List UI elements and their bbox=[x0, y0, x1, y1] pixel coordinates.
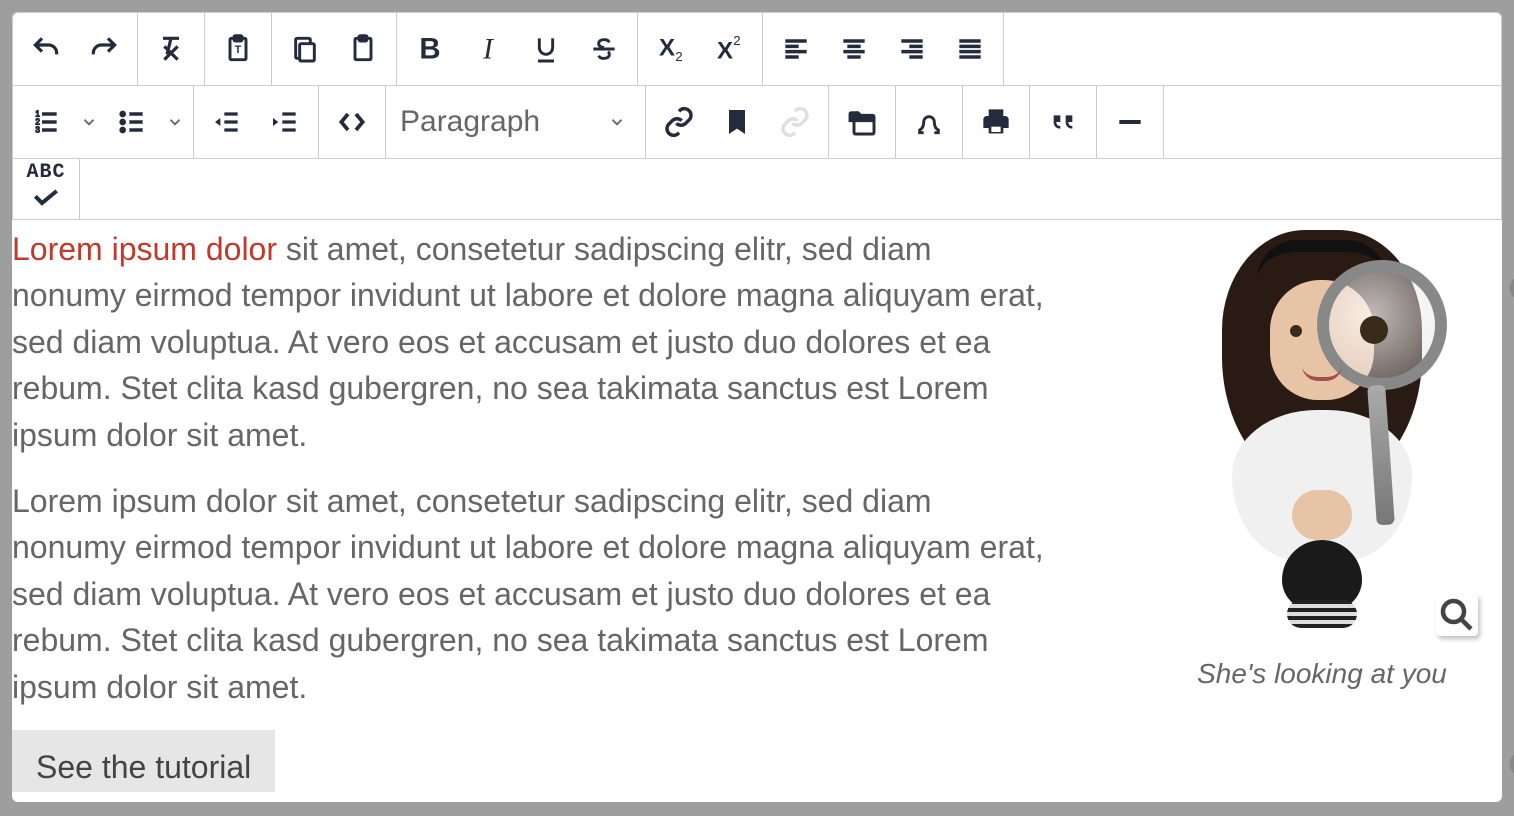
toolbar-row-2: 123 bbox=[13, 86, 1501, 159]
toolbar-row-1: T B I bbox=[13, 13, 1501, 86]
blockquote-icon bbox=[1047, 106, 1079, 138]
justify-icon bbox=[954, 33, 986, 65]
strikethrough-icon bbox=[588, 33, 620, 65]
unlink-icon bbox=[779, 106, 811, 138]
svg-text:2: 2 bbox=[733, 33, 740, 48]
svg-text:B: B bbox=[419, 33, 440, 65]
underline-icon bbox=[530, 33, 562, 65]
align-left-icon bbox=[780, 33, 812, 65]
resize-handle-bottom[interactable] bbox=[1504, 746, 1514, 782]
svg-text:X: X bbox=[717, 37, 733, 64]
horizontal-rule-icon bbox=[1114, 106, 1146, 138]
redo-button[interactable] bbox=[75, 13, 133, 85]
figure-caption[interactable]: She's looking at you bbox=[1152, 654, 1492, 695]
unordered-list-dropdown[interactable] bbox=[161, 86, 189, 158]
svg-text:2: 2 bbox=[675, 49, 682, 64]
italic-button[interactable]: I bbox=[459, 13, 517, 85]
strikethrough-button[interactable] bbox=[575, 13, 633, 85]
chevron-down-icon bbox=[166, 113, 184, 131]
format-select[interactable]: Paragraph bbox=[386, 86, 646, 158]
format-select-dropdown bbox=[603, 113, 631, 131]
paste-button[interactable] bbox=[334, 13, 392, 85]
image-figure[interactable]: She's looking at you bbox=[1152, 230, 1492, 695]
spellcheck-icon bbox=[30, 183, 62, 215]
figure-image[interactable] bbox=[1172, 230, 1472, 630]
drag-handle-icon bbox=[1507, 749, 1514, 779]
editor-content-area[interactable]: She's looking at you Lorem ipsum dolor s… bbox=[12, 220, 1502, 792]
svg-text:I: I bbox=[482, 33, 494, 65]
superscript-icon: X2 bbox=[713, 33, 745, 65]
align-right-button[interactable] bbox=[883, 13, 941, 85]
horizontal-rule-button[interactable] bbox=[1101, 86, 1159, 158]
svg-text:3: 3 bbox=[35, 126, 40, 135]
paste-as-text-button[interactable]: T bbox=[209, 13, 267, 85]
superscript-button[interactable]: X2 bbox=[700, 13, 758, 85]
container-icon bbox=[336, 106, 368, 138]
ordered-list-dropdown[interactable] bbox=[75, 86, 103, 158]
link-icon bbox=[663, 106, 695, 138]
ordered-list-button[interactable]: 123 bbox=[17, 86, 75, 158]
image-zoom-button[interactable] bbox=[1436, 594, 1478, 636]
subscript-icon: X2 bbox=[655, 33, 687, 65]
zoom-icon bbox=[1436, 594, 1478, 636]
filebrowser-icon bbox=[846, 106, 878, 138]
align-left-button[interactable] bbox=[767, 13, 825, 85]
bold-button[interactable]: B bbox=[401, 13, 459, 85]
drag-handle-icon bbox=[1507, 273, 1514, 303]
resize-handle-top[interactable] bbox=[1504, 270, 1514, 306]
outdent-icon bbox=[211, 106, 243, 138]
editor-toolbar: T B I bbox=[12, 12, 1502, 220]
chevron-down-icon bbox=[80, 113, 98, 131]
see-tutorial-button[interactable]: See the tutorial bbox=[12, 730, 275, 792]
copy-icon bbox=[289, 33, 321, 65]
align-right-icon bbox=[896, 33, 928, 65]
redo-icon bbox=[88, 33, 120, 65]
blockquote-button[interactable] bbox=[1034, 86, 1092, 158]
container-button[interactable] bbox=[323, 86, 381, 158]
spellcheck-label: ABC bbox=[26, 163, 65, 183]
bold-icon: B bbox=[414, 33, 446, 65]
svg-text:X: X bbox=[659, 35, 675, 62]
paste-text-icon: T bbox=[222, 33, 254, 65]
filebrowser-button[interactable] bbox=[833, 86, 891, 158]
subscript-button[interactable]: X2 bbox=[642, 13, 700, 85]
format-select-label: Paragraph bbox=[400, 105, 540, 139]
bookmark-icon bbox=[721, 106, 753, 138]
justify-button[interactable] bbox=[941, 13, 999, 85]
undo-button[interactable] bbox=[17, 13, 75, 85]
link-button[interactable] bbox=[650, 86, 708, 158]
italic-icon: I bbox=[472, 33, 504, 65]
clear-formatting-button[interactable] bbox=[142, 13, 200, 85]
unlink-button[interactable] bbox=[766, 86, 824, 158]
paragraph-2[interactable]: Lorem ipsum dolor sit amet, consetetur s… bbox=[12, 478, 1052, 710]
ordered-list-icon: 123 bbox=[30, 106, 62, 138]
chevron-down-icon bbox=[608, 113, 626, 131]
align-center-icon bbox=[838, 33, 870, 65]
paste-icon bbox=[347, 33, 379, 65]
svg-text:T: T bbox=[235, 44, 242, 56]
underline-button[interactable] bbox=[517, 13, 575, 85]
content-link[interactable]: Lorem ipsum dolor bbox=[12, 231, 277, 267]
undo-icon bbox=[30, 33, 62, 65]
paragraph-1[interactable]: Lorem ipsum dolor sit amet, consetetur s… bbox=[12, 226, 1052, 458]
toolbar-row-3: ABC bbox=[13, 159, 1501, 219]
unordered-list-button[interactable] bbox=[103, 86, 161, 158]
special-character-button[interactable] bbox=[900, 86, 958, 158]
special-character-icon bbox=[913, 106, 945, 138]
indent-button[interactable] bbox=[256, 86, 314, 158]
unordered-list-icon bbox=[116, 106, 148, 138]
outdent-button[interactable] bbox=[198, 86, 256, 158]
bookmark-button[interactable] bbox=[708, 86, 766, 158]
print-button[interactable] bbox=[967, 86, 1025, 158]
spellcheck-button[interactable]: ABC bbox=[17, 159, 75, 219]
indent-icon bbox=[269, 106, 301, 138]
editor-content[interactable]: She's looking at you Lorem ipsum dolor s… bbox=[12, 220, 1502, 792]
align-center-button[interactable] bbox=[825, 13, 883, 85]
clear-format-icon bbox=[155, 33, 187, 65]
print-icon bbox=[980, 106, 1012, 138]
editor-container: T B I bbox=[12, 12, 1502, 802]
copy-button[interactable] bbox=[276, 13, 334, 85]
